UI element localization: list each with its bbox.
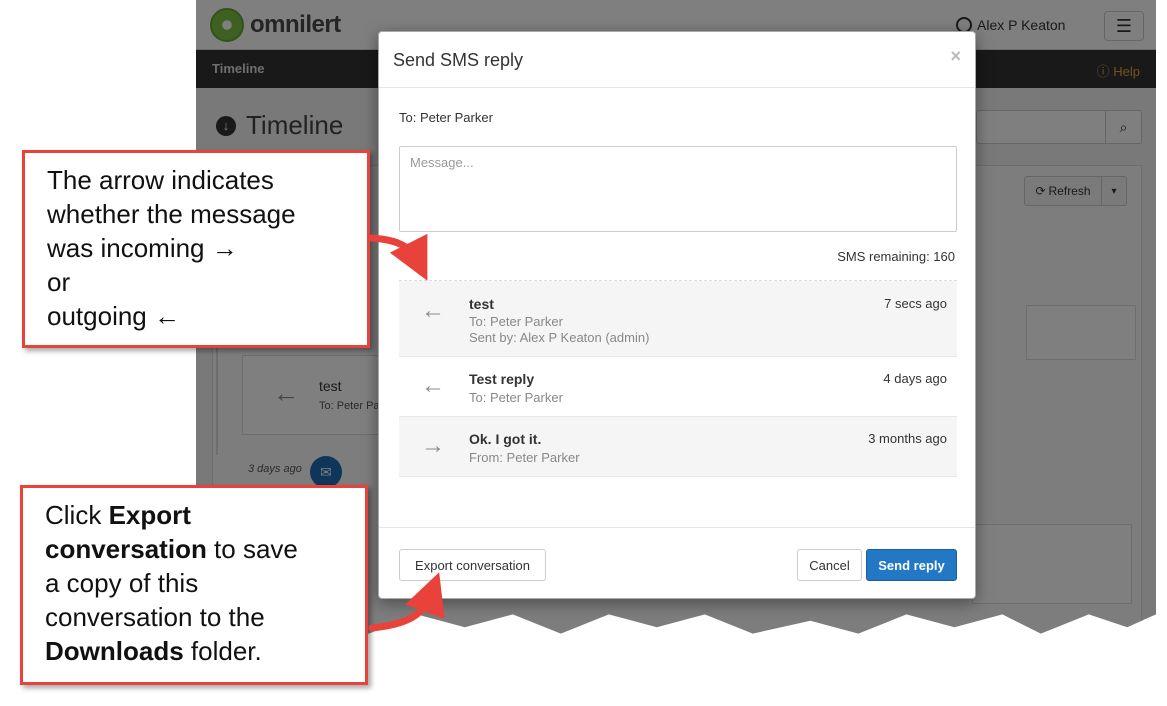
callout-bold-text: Export bbox=[108, 500, 191, 530]
export-conversation-callout: Click Export conversation to save a copy… bbox=[20, 485, 368, 685]
recipient-label: To: Peter Parker bbox=[399, 110, 493, 125]
send-reply-button[interactable]: Send reply bbox=[866, 549, 957, 581]
close-icon[interactable]: × bbox=[950, 46, 961, 67]
list-item: ← test To: Peter Parker Sent by: Alex P … bbox=[399, 281, 957, 357]
callout-line: whether the message bbox=[47, 199, 296, 229]
message-sender: Sent by: Alex P Keaton (admin) bbox=[469, 330, 650, 345]
modal-title: Send SMS reply bbox=[393, 50, 524, 70]
arrow-right-icon: → bbox=[421, 432, 445, 459]
arrow-direction-callout: The arrow indicates whether the message … bbox=[22, 150, 370, 348]
callout-line: was incoming → bbox=[47, 233, 238, 263]
conversation-list: ← test To: Peter Parker Sent by: Alex P … bbox=[399, 280, 957, 477]
message-text: Test reply bbox=[469, 371, 535, 387]
callout-line: Click Export bbox=[45, 498, 343, 532]
callout-bold-text: Downloads bbox=[45, 636, 184, 666]
callout-text: folder. bbox=[183, 636, 262, 666]
message-text: test bbox=[469, 296, 494, 312]
message-text: Ok. I got it. bbox=[469, 431, 542, 447]
callout-text: Click bbox=[45, 500, 109, 530]
send-sms-reply-dialog: Send SMS reply × To: Peter Parker SMS re… bbox=[378, 31, 976, 599]
modal-header: Send SMS reply × bbox=[379, 32, 975, 88]
sms-remaining-counter: SMS remaining: 160 bbox=[837, 249, 955, 264]
message-textarea[interactable] bbox=[399, 146, 957, 232]
callout-line: The arrow indicates bbox=[47, 165, 274, 195]
callout-line: a copy of this bbox=[45, 568, 199, 598]
message-timestamp: 3 months ago bbox=[868, 431, 947, 446]
callout-line: conversation to save bbox=[45, 532, 343, 566]
cancel-button[interactable]: Cancel bbox=[797, 549, 862, 581]
callout-line: Downloads folder. bbox=[45, 634, 343, 668]
callout-line: or bbox=[47, 267, 71, 297]
message-sender: From: Peter Parker bbox=[469, 450, 580, 465]
message-timestamp: 7 secs ago bbox=[884, 296, 947, 311]
modal-footer: Export conversation Cancel Send reply bbox=[379, 527, 975, 600]
export-conversation-button[interactable]: Export conversation bbox=[399, 549, 546, 581]
arrow-left-icon: ← bbox=[421, 297, 445, 324]
callout-line: conversation to the bbox=[45, 602, 265, 632]
list-item: ← Test reply To: Peter Parker 4 days ago bbox=[399, 357, 957, 417]
arrow-left-icon: ← bbox=[421, 372, 445, 399]
list-item: → Ok. I got it. From: Peter Parker 3 mon… bbox=[399, 417, 957, 477]
callout-text: to save bbox=[206, 534, 298, 564]
callout-bold-text: conversation bbox=[45, 534, 207, 564]
callout-line: outgoing ← bbox=[47, 301, 180, 331]
message-recipient: To: Peter Parker bbox=[469, 390, 563, 405]
message-recipient: To: Peter Parker bbox=[469, 314, 563, 329]
message-timestamp: 4 days ago bbox=[883, 371, 947, 386]
